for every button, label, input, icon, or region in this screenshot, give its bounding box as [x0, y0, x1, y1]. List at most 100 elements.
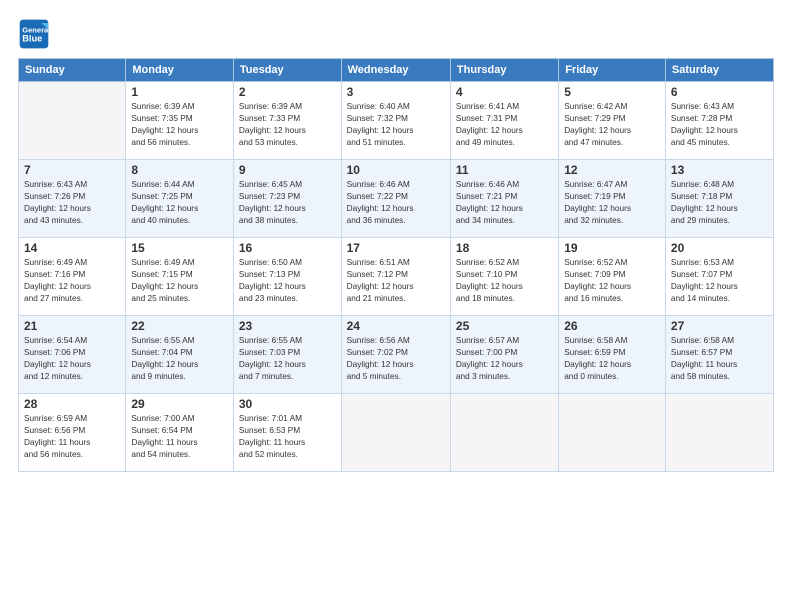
calendar-day-cell: 9Sunrise: 6:45 AM Sunset: 7:23 PM Daylig…	[233, 160, 341, 238]
calendar-table: SundayMondayTuesdayWednesdayThursdayFrid…	[18, 58, 774, 472]
day-number: 30	[239, 397, 336, 411]
calendar-day-cell: 8Sunrise: 6:44 AM Sunset: 7:25 PM Daylig…	[126, 160, 234, 238]
calendar-week-row: 21Sunrise: 6:54 AM Sunset: 7:06 PM Dayli…	[19, 316, 774, 394]
calendar-day-cell: 10Sunrise: 6:46 AM Sunset: 7:22 PM Dayli…	[341, 160, 450, 238]
day-number: 24	[347, 319, 445, 333]
day-number: 23	[239, 319, 336, 333]
calendar-week-row: 7Sunrise: 6:43 AM Sunset: 7:26 PM Daylig…	[19, 160, 774, 238]
day-number: 17	[347, 241, 445, 255]
calendar-day-cell: 28Sunrise: 6:59 AM Sunset: 6:56 PM Dayli…	[19, 394, 126, 472]
weekday-header-sunday: Sunday	[19, 59, 126, 82]
calendar-day-cell: 23Sunrise: 6:55 AM Sunset: 7:03 PM Dayli…	[233, 316, 341, 394]
calendar-day-cell	[450, 394, 558, 472]
calendar-page: General Blue SundayMondayTuesdayWednesda…	[0, 0, 792, 612]
day-info: Sunrise: 6:43 AM Sunset: 7:26 PM Dayligh…	[24, 178, 120, 226]
calendar-day-cell: 30Sunrise: 7:01 AM Sunset: 6:53 PM Dayli…	[233, 394, 341, 472]
day-info: Sunrise: 6:56 AM Sunset: 7:02 PM Dayligh…	[347, 334, 445, 382]
weekday-header-tuesday: Tuesday	[233, 59, 341, 82]
day-info: Sunrise: 6:50 AM Sunset: 7:13 PM Dayligh…	[239, 256, 336, 304]
day-info: Sunrise: 6:48 AM Sunset: 7:18 PM Dayligh…	[671, 178, 768, 226]
calendar-day-cell: 29Sunrise: 7:00 AM Sunset: 6:54 PM Dayli…	[126, 394, 234, 472]
calendar-day-cell: 13Sunrise: 6:48 AM Sunset: 7:18 PM Dayli…	[665, 160, 773, 238]
day-info: Sunrise: 7:00 AM Sunset: 6:54 PM Dayligh…	[131, 412, 228, 460]
day-number: 22	[131, 319, 228, 333]
calendar-day-cell: 24Sunrise: 6:56 AM Sunset: 7:02 PM Dayli…	[341, 316, 450, 394]
calendar-day-cell: 3Sunrise: 6:40 AM Sunset: 7:32 PM Daylig…	[341, 82, 450, 160]
calendar-day-cell: 1Sunrise: 6:39 AM Sunset: 7:35 PM Daylig…	[126, 82, 234, 160]
day-number: 8	[131, 163, 228, 177]
day-number: 5	[564, 85, 660, 99]
calendar-day-cell: 5Sunrise: 6:42 AM Sunset: 7:29 PM Daylig…	[559, 82, 666, 160]
calendar-day-cell: 22Sunrise: 6:55 AM Sunset: 7:04 PM Dayli…	[126, 316, 234, 394]
day-number: 16	[239, 241, 336, 255]
day-number: 26	[564, 319, 660, 333]
day-number: 15	[131, 241, 228, 255]
calendar-day-cell: 18Sunrise: 6:52 AM Sunset: 7:10 PM Dayli…	[450, 238, 558, 316]
day-number: 1	[131, 85, 228, 99]
calendar-day-cell: 16Sunrise: 6:50 AM Sunset: 7:13 PM Dayli…	[233, 238, 341, 316]
day-number: 3	[347, 85, 445, 99]
day-info: Sunrise: 6:41 AM Sunset: 7:31 PM Dayligh…	[456, 100, 553, 148]
day-number: 28	[24, 397, 120, 411]
day-number: 10	[347, 163, 445, 177]
logo-icon: General Blue	[18, 18, 50, 50]
day-info: Sunrise: 6:46 AM Sunset: 7:21 PM Dayligh…	[456, 178, 553, 226]
day-info: Sunrise: 6:51 AM Sunset: 7:12 PM Dayligh…	[347, 256, 445, 304]
weekday-header-wednesday: Wednesday	[341, 59, 450, 82]
calendar-day-cell: 14Sunrise: 6:49 AM Sunset: 7:16 PM Dayli…	[19, 238, 126, 316]
calendar-day-cell	[559, 394, 666, 472]
calendar-day-cell	[341, 394, 450, 472]
day-number: 21	[24, 319, 120, 333]
calendar-day-cell	[19, 82, 126, 160]
day-info: Sunrise: 6:55 AM Sunset: 7:04 PM Dayligh…	[131, 334, 228, 382]
weekday-header-saturday: Saturday	[665, 59, 773, 82]
day-number: 27	[671, 319, 768, 333]
weekday-header-monday: Monday	[126, 59, 234, 82]
page-header: General Blue	[18, 18, 774, 50]
day-number: 13	[671, 163, 768, 177]
day-info: Sunrise: 6:42 AM Sunset: 7:29 PM Dayligh…	[564, 100, 660, 148]
calendar-day-cell: 15Sunrise: 6:49 AM Sunset: 7:15 PM Dayli…	[126, 238, 234, 316]
day-info: Sunrise: 6:58 AM Sunset: 6:57 PM Dayligh…	[671, 334, 768, 382]
calendar-day-cell: 20Sunrise: 6:53 AM Sunset: 7:07 PM Dayli…	[665, 238, 773, 316]
day-info: Sunrise: 6:53 AM Sunset: 7:07 PM Dayligh…	[671, 256, 768, 304]
day-number: 14	[24, 241, 120, 255]
day-number: 25	[456, 319, 553, 333]
day-info: Sunrise: 6:45 AM Sunset: 7:23 PM Dayligh…	[239, 178, 336, 226]
calendar-day-cell: 12Sunrise: 6:47 AM Sunset: 7:19 PM Dayli…	[559, 160, 666, 238]
calendar-day-cell: 6Sunrise: 6:43 AM Sunset: 7:28 PM Daylig…	[665, 82, 773, 160]
day-info: Sunrise: 6:49 AM Sunset: 7:15 PM Dayligh…	[131, 256, 228, 304]
calendar-week-row: 1Sunrise: 6:39 AM Sunset: 7:35 PM Daylig…	[19, 82, 774, 160]
svg-text:Blue: Blue	[22, 34, 42, 44]
day-info: Sunrise: 6:55 AM Sunset: 7:03 PM Dayligh…	[239, 334, 336, 382]
calendar-day-cell: 11Sunrise: 6:46 AM Sunset: 7:21 PM Dayli…	[450, 160, 558, 238]
day-info: Sunrise: 6:58 AM Sunset: 6:59 PM Dayligh…	[564, 334, 660, 382]
logo: General Blue	[18, 18, 50, 50]
day-number: 11	[456, 163, 553, 177]
calendar-day-cell: 2Sunrise: 6:39 AM Sunset: 7:33 PM Daylig…	[233, 82, 341, 160]
calendar-day-cell	[665, 394, 773, 472]
day-info: Sunrise: 6:39 AM Sunset: 7:35 PM Dayligh…	[131, 100, 228, 148]
calendar-week-row: 14Sunrise: 6:49 AM Sunset: 7:16 PM Dayli…	[19, 238, 774, 316]
calendar-day-cell: 4Sunrise: 6:41 AM Sunset: 7:31 PM Daylig…	[450, 82, 558, 160]
calendar-day-cell: 25Sunrise: 6:57 AM Sunset: 7:00 PM Dayli…	[450, 316, 558, 394]
calendar-day-cell: 17Sunrise: 6:51 AM Sunset: 7:12 PM Dayli…	[341, 238, 450, 316]
weekday-header-friday: Friday	[559, 59, 666, 82]
calendar-day-cell: 7Sunrise: 6:43 AM Sunset: 7:26 PM Daylig…	[19, 160, 126, 238]
calendar-week-row: 28Sunrise: 6:59 AM Sunset: 6:56 PM Dayli…	[19, 394, 774, 472]
calendar-day-cell: 19Sunrise: 6:52 AM Sunset: 7:09 PM Dayli…	[559, 238, 666, 316]
day-info: Sunrise: 6:44 AM Sunset: 7:25 PM Dayligh…	[131, 178, 228, 226]
day-info: Sunrise: 6:52 AM Sunset: 7:09 PM Dayligh…	[564, 256, 660, 304]
day-info: Sunrise: 6:49 AM Sunset: 7:16 PM Dayligh…	[24, 256, 120, 304]
day-info: Sunrise: 6:54 AM Sunset: 7:06 PM Dayligh…	[24, 334, 120, 382]
day-info: Sunrise: 6:46 AM Sunset: 7:22 PM Dayligh…	[347, 178, 445, 226]
day-info: Sunrise: 6:52 AM Sunset: 7:10 PM Dayligh…	[456, 256, 553, 304]
day-number: 7	[24, 163, 120, 177]
day-info: Sunrise: 6:43 AM Sunset: 7:28 PM Dayligh…	[671, 100, 768, 148]
weekday-header-thursday: Thursday	[450, 59, 558, 82]
day-info: Sunrise: 6:59 AM Sunset: 6:56 PM Dayligh…	[24, 412, 120, 460]
day-number: 19	[564, 241, 660, 255]
calendar-day-cell: 27Sunrise: 6:58 AM Sunset: 6:57 PM Dayli…	[665, 316, 773, 394]
day-info: Sunrise: 6:40 AM Sunset: 7:32 PM Dayligh…	[347, 100, 445, 148]
day-info: Sunrise: 7:01 AM Sunset: 6:53 PM Dayligh…	[239, 412, 336, 460]
